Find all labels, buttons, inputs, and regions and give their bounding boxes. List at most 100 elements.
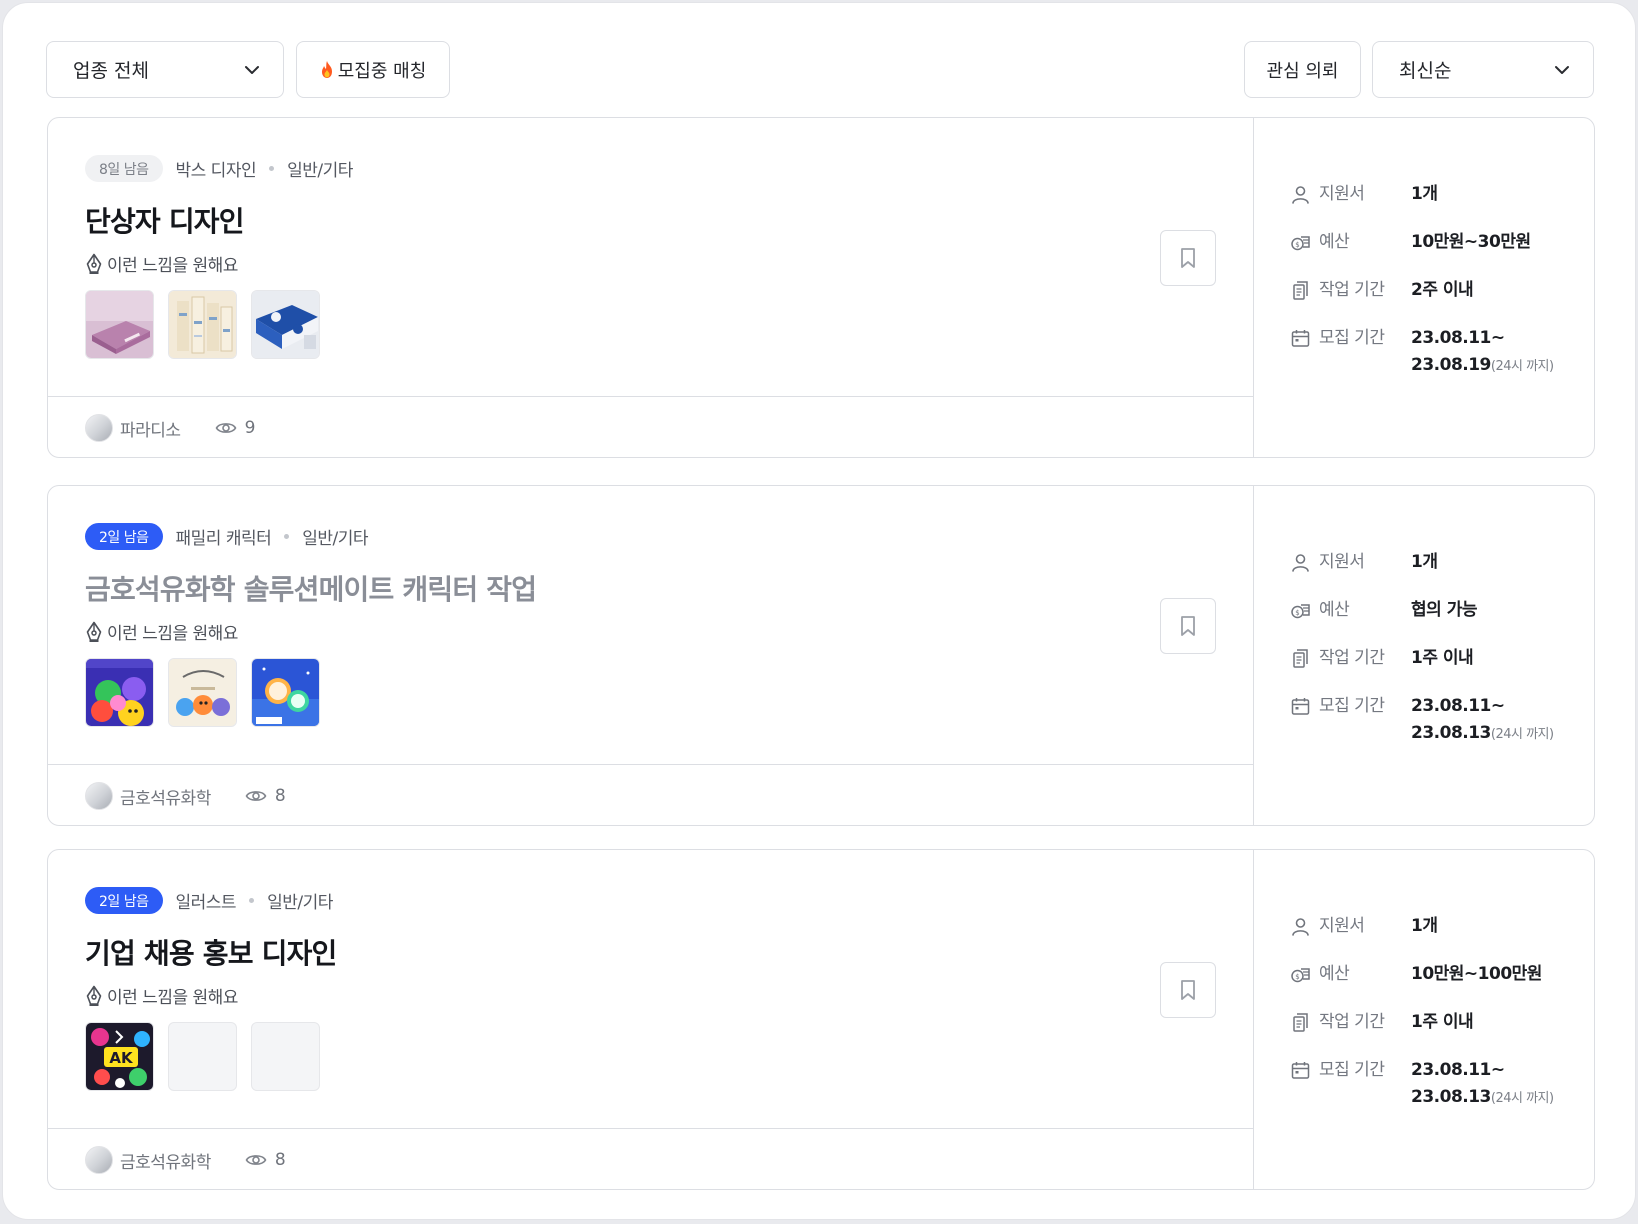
view-count: 9 <box>215 418 256 438</box>
work-period-label: 작업 기간 <box>1319 1012 1385 1032</box>
pen-nib-icon <box>86 621 102 642</box>
interest-requests-button[interactable]: 관심 의뢰 <box>1244 41 1361 98</box>
money-icon: $ <box>1291 236 1310 251</box>
view-count-value: 9 <box>244 418 256 438</box>
subcategory-label: 일반/기타 <box>302 529 369 549</box>
money-icon: $ <box>1291 604 1310 619</box>
reference-heading-label: 이런 느낌을 원해요 <box>107 256 238 276</box>
card-main: 8일 남음 박스 디자인 일반/기타 단상자 디자인 이런 느낌을 원해요 파라… <box>48 118 1254 457</box>
money-icon: $ <box>1291 968 1310 983</box>
document-icon <box>1293 649 1308 668</box>
card-footer: 금호석유화학 8 <box>48 1128 1253 1190</box>
eye-icon <box>245 1155 267 1165</box>
view-count: 8 <box>245 1150 286 1170</box>
bookmark-button[interactable] <box>1160 962 1216 1018</box>
recruit-start: 23.08.11~ <box>1411 696 1505 716</box>
budget-value: 협의 가능 <box>1411 600 1477 620</box>
bookmark-icon <box>1181 616 1195 636</box>
view-count-value: 8 <box>274 1150 286 1170</box>
reference-thumbnails <box>85 658 320 727</box>
svg-text:$: $ <box>1295 973 1299 981</box>
reference-heading: 이런 느낌을 원해요 <box>85 983 238 1008</box>
pen-nib-icon <box>86 985 102 1006</box>
calendar-icon <box>1291 330 1310 347</box>
recruit-note: (24시 까지) <box>1490 1091 1554 1106</box>
svg-text:AK: AK <box>109 1049 134 1067</box>
calendar-icon <box>1291 698 1310 715</box>
reference-image[interactable] <box>251 290 320 359</box>
avatar <box>85 1146 113 1174</box>
card-title[interactable]: 단상자 디자인 <box>85 200 245 240</box>
reference-image[interactable] <box>85 658 154 727</box>
bookmark-icon <box>1181 980 1195 1000</box>
card-title[interactable]: 기업 채용 홍보 디자인 <box>85 932 337 972</box>
budget-value: 10만원~100만원 <box>1411 964 1542 984</box>
person-icon <box>1292 186 1309 204</box>
chevron-down-icon <box>1555 65 1569 74</box>
card-meta: 8일 남음 박스 디자인 일반/기타 <box>85 155 353 182</box>
document-icon <box>1293 1013 1308 1032</box>
recruit-start: 23.08.11~ <box>1411 1060 1505 1080</box>
bookmark-button[interactable] <box>1160 230 1216 286</box>
work-period-label: 작업 기간 <box>1319 648 1385 668</box>
company-name: 파라디소 <box>120 420 181 441</box>
eye-icon <box>215 423 236 433</box>
applicants-row: 지원서 1개 <box>1290 552 1438 576</box>
work-period-row: 작업 기간 2주 이내 <box>1290 280 1474 304</box>
request-card[interactable]: 2일 남음 일러스트 일반/기타 기업 채용 홍보 디자인 이런 느낌을 원해요… <box>47 849 1595 1190</box>
card-main: 2일 남음 일러스트 일반/기타 기업 채용 홍보 디자인 이런 느낌을 원해요… <box>48 850 1254 1189</box>
reference-heading-label: 이런 느낌을 원해요 <box>107 624 238 644</box>
svg-text:$: $ <box>1295 241 1299 249</box>
recruit-start: 23.08.11~ <box>1411 328 1505 348</box>
separator-dot <box>269 166 275 171</box>
recruit-period-row: 모집 기간 23.08.11~ 23.08.13(24시 까지) <box>1290 696 1554 748</box>
card-title[interactable]: 금호석유화학 솔루션메이트 캐릭터 작업 <box>85 568 537 608</box>
view-count: 8 <box>245 786 286 806</box>
reference-image-placeholder <box>251 1022 320 1091</box>
bookmark-button[interactable] <box>1160 598 1216 654</box>
person-icon <box>1292 554 1309 572</box>
budget-value: 10만원~30만원 <box>1411 232 1531 252</box>
card-info: 지원서 1개 $ 예산 10만원~30만원 작업 기간 2주 이내 모집 기간 <box>1254 118 1594 457</box>
reference-thumbnails: AK <box>85 1022 320 1091</box>
reference-heading: 이런 느낌을 원해요 <box>85 251 238 276</box>
sort-dropdown[interactable]: 최신순 <box>1372 41 1594 98</box>
recruit-period-label: 모집 기간 <box>1319 696 1385 716</box>
request-card[interactable]: 2일 남음 패밀리 캐릭터 일반/기타 금호석유화학 솔루션메이트 캐릭터 작업… <box>47 485 1595 826</box>
industry-filter-dropdown[interactable]: 업종 전체 <box>46 41 284 98</box>
person-icon <box>1292 918 1309 936</box>
reference-image[interactable] <box>85 290 154 359</box>
applicants-label: 지원서 <box>1319 916 1365 936</box>
recruit-period-value: 23.08.11~ 23.08.13(24시 까지) <box>1411 693 1554 748</box>
budget-label: 예산 <box>1319 964 1350 984</box>
work-period-label: 작업 기간 <box>1319 280 1385 300</box>
reference-image[interactable] <box>168 658 237 727</box>
work-period-row: 작업 기간 1주 이내 <box>1290 648 1474 672</box>
card-footer: 금호석유화학 8 <box>48 764 1253 826</box>
recruiting-matching-button[interactable]: 모집중 매칭 <box>296 41 450 98</box>
budget-label: 예산 <box>1319 600 1350 620</box>
pen-nib-icon <box>86 253 102 274</box>
bookmark-icon <box>1181 248 1195 268</box>
recruit-end: 23.08.19 <box>1411 355 1491 375</box>
recruit-period-label: 모집 기간 <box>1319 328 1385 348</box>
reference-image[interactable] <box>251 658 320 727</box>
request-card[interactable]: 8일 남음 박스 디자인 일반/기타 단상자 디자인 이런 느낌을 원해요 파라… <box>47 117 1595 458</box>
calendar-icon <box>1291 1062 1310 1079</box>
card-main: 2일 남음 패밀리 캐릭터 일반/기타 금호석유화학 솔루션메이트 캐릭터 작업… <box>48 486 1254 825</box>
card-info: 지원서 1개 $ 예산 10만원~100만원 작업 기간 1주 이내 모집 기간 <box>1254 850 1594 1189</box>
work-period-value: 2주 이내 <box>1411 280 1474 300</box>
budget-row: $ 예산 협의 가능 <box>1290 600 1477 624</box>
svg-text:$: $ <box>1295 609 1299 617</box>
category-label: 박스 디자인 <box>175 161 257 181</box>
subcategory-label: 일반/기타 <box>267 893 333 913</box>
recruit-note: (24시 까지) <box>1490 359 1554 374</box>
card-meta: 2일 남음 패밀리 캐릭터 일반/기타 <box>85 523 369 550</box>
company-name: 금호석유화학 <box>120 788 211 809</box>
applicants-row: 지원서 1개 <box>1290 184 1438 208</box>
interest-requests-label: 관심 의뢰 <box>1266 60 1339 82</box>
deadline-badge: 2일 남음 <box>85 523 163 550</box>
reference-image[interactable] <box>168 290 237 359</box>
reference-image[interactable]: AK <box>85 1022 154 1091</box>
industry-filter-label: 업종 전체 <box>73 60 149 82</box>
